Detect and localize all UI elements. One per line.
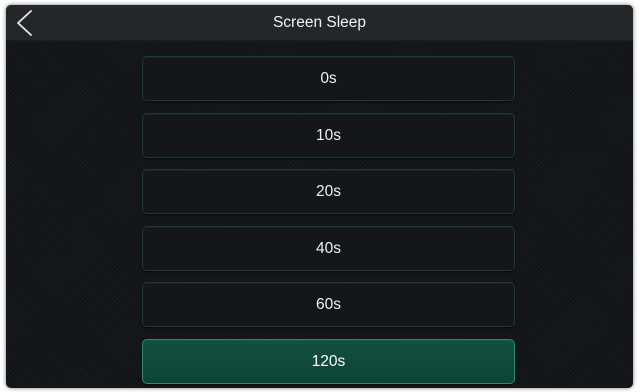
page-title: Screen Sleep (272, 14, 367, 31)
option-10s[interactable]: 10s (142, 112, 515, 158)
option-40s[interactable]: 40s (142, 225, 515, 271)
option-60s[interactable]: 60s (142, 282, 515, 327)
option-20s[interactable]: 20s (142, 169, 515, 214)
back-button[interactable] (6, 5, 46, 40)
sleep-options-list: 0s 10s 20s 40s 60s 120s (142, 56, 515, 388)
option-120s[interactable]: 120s (142, 338, 515, 384)
header-bar: Screen Sleep (6, 5, 633, 41)
option-0s[interactable]: 0s (142, 56, 515, 101)
screen: Screen Sleep 0s 10s 20s 40s 60s 120s (6, 5, 633, 388)
chevron-left-icon (17, 10, 32, 36)
